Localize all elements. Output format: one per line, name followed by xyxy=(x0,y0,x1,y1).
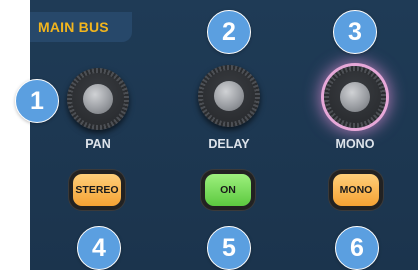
callout-3: 3 xyxy=(333,10,377,54)
delay-knob[interactable] xyxy=(198,65,260,127)
pan-knob[interactable] xyxy=(67,68,129,130)
callout-6: 6 xyxy=(335,226,379,270)
mono-button[interactable]: MONO xyxy=(333,174,379,206)
delay-label: DELAY xyxy=(208,137,250,151)
mono-knob[interactable] xyxy=(324,66,386,128)
callout-5: 5 xyxy=(207,226,251,270)
on-button[interactable]: ON xyxy=(205,174,251,206)
pan-label: PAN xyxy=(85,137,111,151)
stereo-button[interactable]: STEREO xyxy=(73,174,121,206)
callout-1: 1 xyxy=(15,79,59,123)
mono-knob-label: MONO xyxy=(335,137,375,151)
callout-2: 2 xyxy=(207,10,251,54)
callout-4: 4 xyxy=(77,226,121,270)
section-title: MAIN BUS xyxy=(38,19,109,35)
